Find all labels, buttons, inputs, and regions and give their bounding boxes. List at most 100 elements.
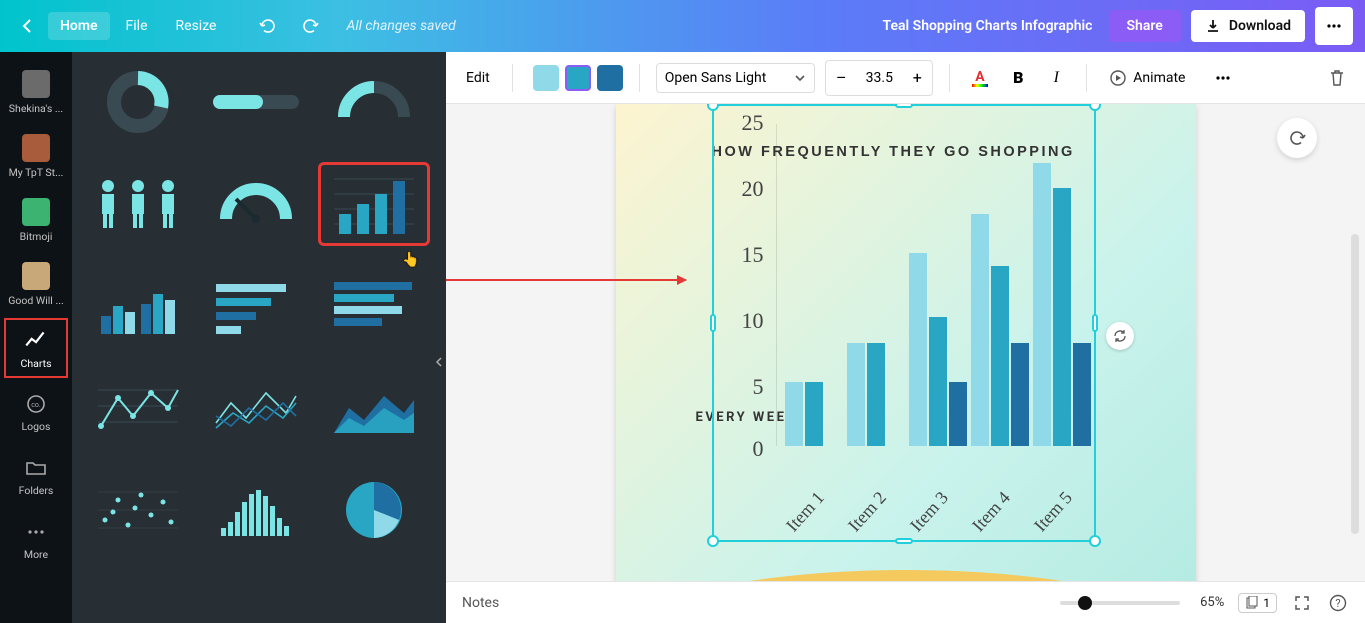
thumb-area-chart[interactable]: [320, 368, 428, 448]
bar: [1073, 343, 1091, 446]
bar: [785, 382, 803, 446]
thumb-scatter-plot[interactable]: [84, 470, 192, 550]
thumb-line-chart-multi[interactable]: [202, 368, 310, 448]
font-size-input[interactable]: [856, 61, 902, 95]
zoom-percent[interactable]: 65%: [1200, 595, 1224, 610]
wave-decoration: [616, 560, 1196, 581]
thumb-gauge-arc[interactable]: [320, 62, 428, 142]
sel-handle-t[interactable]: [895, 104, 913, 108]
thumb-horiz-bars-2[interactable]: [320, 266, 428, 346]
sel-handle-tl[interactable]: [707, 104, 719, 111]
context-toolbar: Edit Open Sans Light – + A B I: [446, 52, 1365, 104]
notes-button[interactable]: Notes: [462, 595, 499, 611]
thumb-bar-chart-asc[interactable]: [320, 164, 428, 244]
logos-icon: co.: [24, 392, 48, 416]
italic-button[interactable]: I: [1042, 64, 1070, 92]
fullscreen-button[interactable]: [1291, 592, 1313, 614]
zoom-slider[interactable]: [1060, 601, 1180, 605]
bar-group-2: [847, 343, 905, 446]
canvas-area[interactable]: HOW FREQUENTLY THEY GO SHOPPING EVERY WE…: [446, 104, 1365, 581]
bar: [1033, 163, 1051, 446]
download-button[interactable]: Download: [1191, 10, 1305, 42]
panel-collapse-button[interactable]: [432, 332, 446, 392]
page-indicator[interactable]: 1: [1238, 593, 1277, 613]
thumb-speedometer[interactable]: [202, 164, 310, 244]
animate-icon: [1109, 69, 1127, 87]
sel-handle-r[interactable]: [1092, 314, 1098, 332]
thumb-pie-chart[interactable]: [320, 470, 428, 550]
design-page[interactable]: HOW FREQUENTLY THEY GO SHOPPING EVERY WE…: [616, 104, 1196, 581]
font-select[interactable]: Open Sans Light: [656, 63, 816, 93]
sel-handle-l[interactable]: [710, 314, 716, 332]
edit-button[interactable]: Edit: [460, 66, 496, 90]
y-tick-25: 25: [742, 110, 764, 136]
rail-brand-goodwill[interactable]: Good Will ...: [2, 252, 70, 316]
more-icon: [24, 520, 48, 544]
menu-file[interactable]: File: [114, 12, 160, 40]
share-button[interactable]: Share: [1109, 10, 1181, 42]
zoom-thumb[interactable]: [1078, 596, 1092, 610]
animate-button[interactable]: Animate: [1103, 65, 1191, 91]
y-tick-10: 10: [742, 308, 764, 334]
thumb-stacked-bars[interactable]: [84, 266, 192, 346]
y-tick-20: 20: [742, 176, 764, 202]
redo-button[interactable]: [298, 14, 322, 38]
menu-home[interactable]: Home: [48, 12, 110, 40]
thumb-donut-chart[interactable]: [84, 62, 192, 142]
rail-brand-tpt[interactable]: My TpT St...: [2, 124, 70, 188]
rail-folders[interactable]: Folders: [2, 444, 70, 508]
rail-brand-shekina[interactable]: Shekina's ...: [2, 60, 70, 124]
sel-handle-bl[interactable]: [707, 535, 719, 547]
back-button[interactable]: [12, 10, 44, 42]
menu-resize[interactable]: Resize: [164, 12, 229, 40]
thumb-progress-pill[interactable]: [202, 62, 310, 142]
thumb-line-chart-single[interactable]: [84, 368, 192, 448]
bar: [991, 266, 1009, 446]
bars-region: [776, 124, 1092, 446]
swatch-2[interactable]: [565, 65, 591, 91]
download-label: Download: [1229, 18, 1291, 34]
sync-icon[interactable]: [1106, 322, 1134, 350]
y-tick-15: 15: [742, 242, 764, 268]
canvas-scrollbar[interactable]: [1351, 234, 1359, 534]
document-title[interactable]: Teal Shopping Charts Infographic: [883, 18, 1093, 34]
rail-brand-bitmoji[interactable]: Bitmoji: [2, 188, 70, 252]
bar: [971, 214, 989, 446]
thumb-horiz-bars-1[interactable]: [202, 266, 310, 346]
canvas-wrap: Edit Open Sans Light – + A B I: [446, 52, 1365, 623]
top-more-button[interactable]: [1315, 7, 1353, 45]
font-size-group: – +: [825, 60, 933, 96]
rail-charts[interactable]: Charts: [2, 316, 70, 380]
y-tick-5: 5: [753, 374, 764, 400]
bar-group-5: [1033, 163, 1091, 446]
font-size-increase[interactable]: +: [902, 61, 932, 95]
floating-redo-button[interactable]: [1277, 118, 1317, 158]
swatch-3[interactable]: [597, 65, 623, 91]
text-color-button[interactable]: A: [966, 64, 994, 92]
bar: [867, 343, 885, 446]
sel-handle-tr[interactable]: [1089, 104, 1101, 111]
sel-handle-br[interactable]: [1089, 535, 1101, 547]
undo-button[interactable]: [256, 14, 280, 38]
bar: [949, 382, 967, 446]
help-button[interactable]: ?: [1327, 592, 1349, 614]
font-size-decrease[interactable]: –: [826, 61, 856, 95]
chevron-down-icon: [794, 72, 806, 84]
bar: [805, 382, 823, 446]
thumb-people-chart[interactable]: [84, 164, 192, 244]
rail-logos[interactable]: co. Logos: [2, 380, 70, 444]
rail-more[interactable]: More: [2, 508, 70, 572]
bottom-bar: Notes 65% 1 ?: [446, 581, 1365, 623]
bar: [1053, 188, 1071, 446]
cursor-icon: 👆: [402, 252, 419, 268]
delete-button[interactable]: [1323, 64, 1351, 92]
thumb-histogram[interactable]: [202, 470, 310, 550]
main-area: Shekina's ... My TpT St... Bitmoji Good …: [0, 52, 1365, 623]
bar-group-1: [785, 382, 843, 446]
folders-icon: [24, 456, 48, 480]
sel-handle-b[interactable]: [895, 538, 913, 544]
bold-button[interactable]: B: [1004, 64, 1032, 92]
context-more-button[interactable]: [1209, 64, 1237, 92]
swatch-1[interactable]: [533, 65, 559, 91]
svg-text:?: ?: [1335, 597, 1340, 610]
